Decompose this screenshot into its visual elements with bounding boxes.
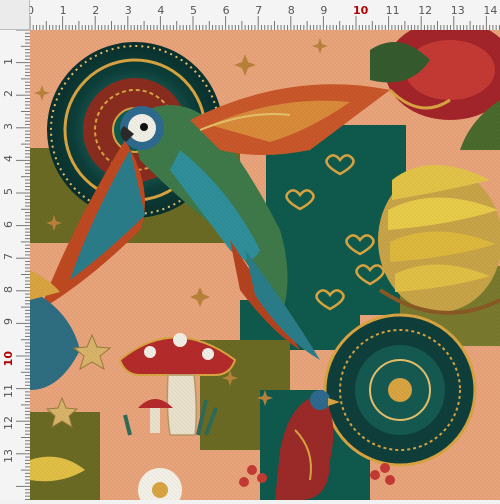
top-ruler-label: 9 [320,4,328,17]
left-ruler-label: 5 [2,188,15,195]
top-ruler-label: 4 [157,4,165,17]
left-ruler-label: 4 [2,155,15,163]
top-ruler: 0 1 2 3 4 5 6 7 8 9 10 11 12 13 14 [0,0,500,31]
left-ruler-label: 3 [2,122,15,130]
top-ruler-label: 11 [385,4,400,17]
fabric-pattern [30,30,500,500]
top-ruler-label: 10 [353,4,369,17]
top-ruler-label: 6 [222,4,230,17]
top-ruler-label: 1 [59,4,67,17]
top-ruler-label: 5 [190,4,197,17]
top-ruler-label: 8 [287,4,295,17]
top-ruler-label: 7 [255,4,263,17]
left-ruler-label: 8 [2,285,15,293]
left-ruler-label: 7 [2,253,15,261]
left-ruler-label: 1 [2,57,15,65]
left-ruler-label: 13 [2,448,15,463]
left-ruler-label: 2 [2,90,15,98]
top-ruler-label: 12 [418,4,433,17]
left-ruler-label: 11 [2,383,15,398]
top-ruler-label: 14 [483,4,498,17]
left-ruler: 1 2 3 4 5 6 7 8 9 10 11 12 13 [0,29,31,500]
left-ruler-label: 9 [2,318,15,326]
left-ruler-label: 6 [2,220,15,228]
weave-texture [30,30,500,500]
ruler-corner [0,0,30,30]
left-ruler-label: 12 [2,416,15,431]
top-ruler-label: 13 [450,4,465,17]
top-ruler-label: 2 [92,4,100,17]
fabric-print [30,30,500,500]
top-ruler-label: 3 [124,4,132,17]
screen: 0 1 2 3 4 5 6 7 8 9 10 11 12 13 14 1 2 3 4 5 6 7 8 9 10 11 12 13 [0,0,500,500]
left-ruler-label: 10 [2,351,15,367]
